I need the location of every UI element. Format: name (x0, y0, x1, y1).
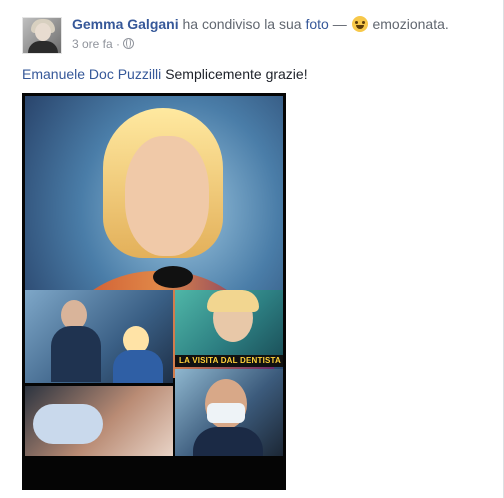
photo-caption-banner: LA VISITA DAL DENTISTA (175, 355, 283, 367)
author-name-link[interactable]: Gemma Galgani (72, 16, 179, 32)
post-headline: Gemma Galgani ha condiviso la sua foto —… (72, 16, 449, 32)
dentist-body (51, 326, 101, 382)
action-text: ha condiviso la sua (182, 16, 302, 32)
globe-icon[interactable] (123, 38, 135, 49)
photo-dentist-chair-panel (25, 290, 173, 383)
photo-dentist-mask-panel (175, 369, 283, 456)
avatar-body (28, 41, 58, 53)
timestamp-link[interactable]: 3 ore fa (72, 37, 113, 51)
gloved-hand (33, 404, 103, 444)
meta-dot: · (116, 37, 121, 51)
separator-text: — (332, 16, 347, 32)
main-bow (153, 266, 193, 288)
photo-gloved-hand-panel (25, 386, 173, 456)
smiling-emoji-icon (351, 16, 368, 32)
post-photo[interactable]: LA VISITA DAL DENTISTA (22, 93, 286, 490)
post-meta: 3 ore fa · (72, 37, 135, 51)
feeling-text: emozionata. (372, 16, 449, 32)
photo-link[interactable]: foto (305, 16, 328, 32)
message-text: Semplicemente grazie! (165, 66, 308, 82)
surgical-mask (207, 403, 245, 423)
avatar-head (35, 23, 51, 41)
photo-caption-text: LA VISITA DAL DENTISTA (179, 356, 282, 365)
feed-post: Gemma Galgani ha condiviso la sua foto —… (0, 0, 504, 498)
closeup-hair (207, 290, 259, 312)
author-avatar[interactable] (22, 17, 62, 54)
post-message: Emanuele Doc Puzzilli Semplicemente graz… (22, 66, 308, 82)
mention-link[interactable]: Emanuele Doc Puzzilli (22, 66, 161, 82)
dentist-scrubs (193, 427, 263, 456)
patient-body (113, 350, 163, 383)
main-face (125, 136, 209, 256)
photo-patient-closeup-panel (175, 290, 283, 363)
